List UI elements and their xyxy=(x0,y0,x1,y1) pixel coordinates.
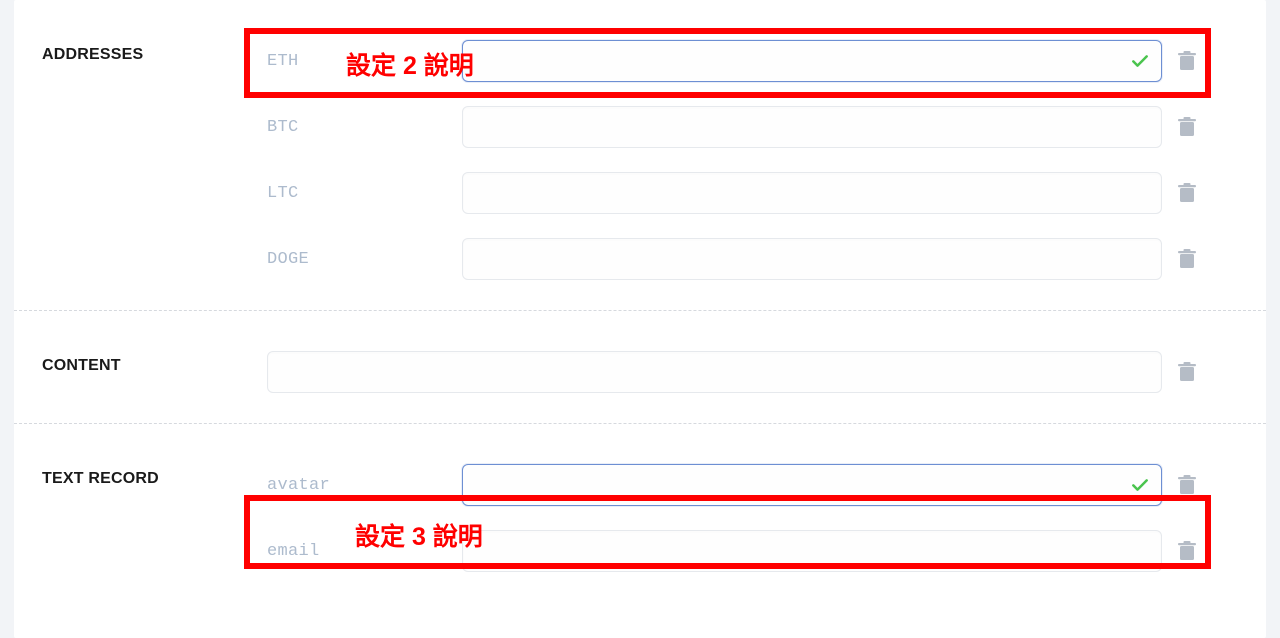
section-title-content: CONTENT xyxy=(42,351,267,375)
section-content: CONTENT xyxy=(14,311,1266,424)
section-title-addresses: ADDRESSES xyxy=(42,40,267,64)
field-row-doge: DOGE xyxy=(267,238,1248,280)
label-email: email xyxy=(267,542,462,561)
field-row-eth: ETH xyxy=(267,40,1248,82)
input-content[interactable] xyxy=(267,351,1162,393)
trash-icon[interactable] xyxy=(1176,540,1198,562)
input-avatar[interactable] xyxy=(462,464,1162,506)
check-icon xyxy=(1130,475,1150,495)
check-icon xyxy=(1130,51,1150,71)
section-text-record: TEXT RECORD avatar email xyxy=(14,424,1266,602)
field-row-ltc: LTC xyxy=(267,172,1248,214)
trash-icon[interactable] xyxy=(1176,116,1198,138)
label-doge: DOGE xyxy=(267,250,462,269)
label-avatar: avatar xyxy=(267,476,462,495)
content-fields xyxy=(267,351,1248,393)
field-row-content xyxy=(267,351,1248,393)
addresses-fields: ETH BTC xyxy=(267,40,1248,280)
input-wrap-doge xyxy=(462,238,1162,280)
input-btc[interactable] xyxy=(462,106,1162,148)
input-wrap-content xyxy=(267,351,1162,393)
trash-icon[interactable] xyxy=(1176,361,1198,383)
input-wrap-ltc xyxy=(462,172,1162,214)
input-ltc[interactable] xyxy=(462,172,1162,214)
trash-icon[interactable] xyxy=(1176,248,1198,270)
input-wrap-avatar xyxy=(462,464,1162,506)
trash-icon[interactable] xyxy=(1176,50,1198,72)
field-row-email: email xyxy=(267,530,1248,572)
input-wrap-email xyxy=(462,530,1162,572)
label-eth: ETH xyxy=(267,52,462,71)
trash-icon[interactable] xyxy=(1176,182,1198,204)
trash-icon[interactable] xyxy=(1176,474,1198,496)
input-doge[interactable] xyxy=(462,238,1162,280)
input-eth[interactable] xyxy=(462,40,1162,82)
label-ltc: LTC xyxy=(267,184,462,203)
section-title-text-record: TEXT RECORD xyxy=(42,464,267,488)
label-btc: BTC xyxy=(267,118,462,137)
input-email[interactable] xyxy=(462,530,1162,572)
settings-panel: ADDRESSES ETH BTC xyxy=(14,0,1266,638)
input-wrap-btc xyxy=(462,106,1162,148)
field-row-avatar: avatar xyxy=(267,464,1248,506)
field-row-btc: BTC xyxy=(267,106,1248,148)
section-addresses: ADDRESSES ETH BTC xyxy=(14,0,1266,311)
input-wrap-eth xyxy=(462,40,1162,82)
text-record-fields: avatar email xyxy=(267,464,1248,572)
